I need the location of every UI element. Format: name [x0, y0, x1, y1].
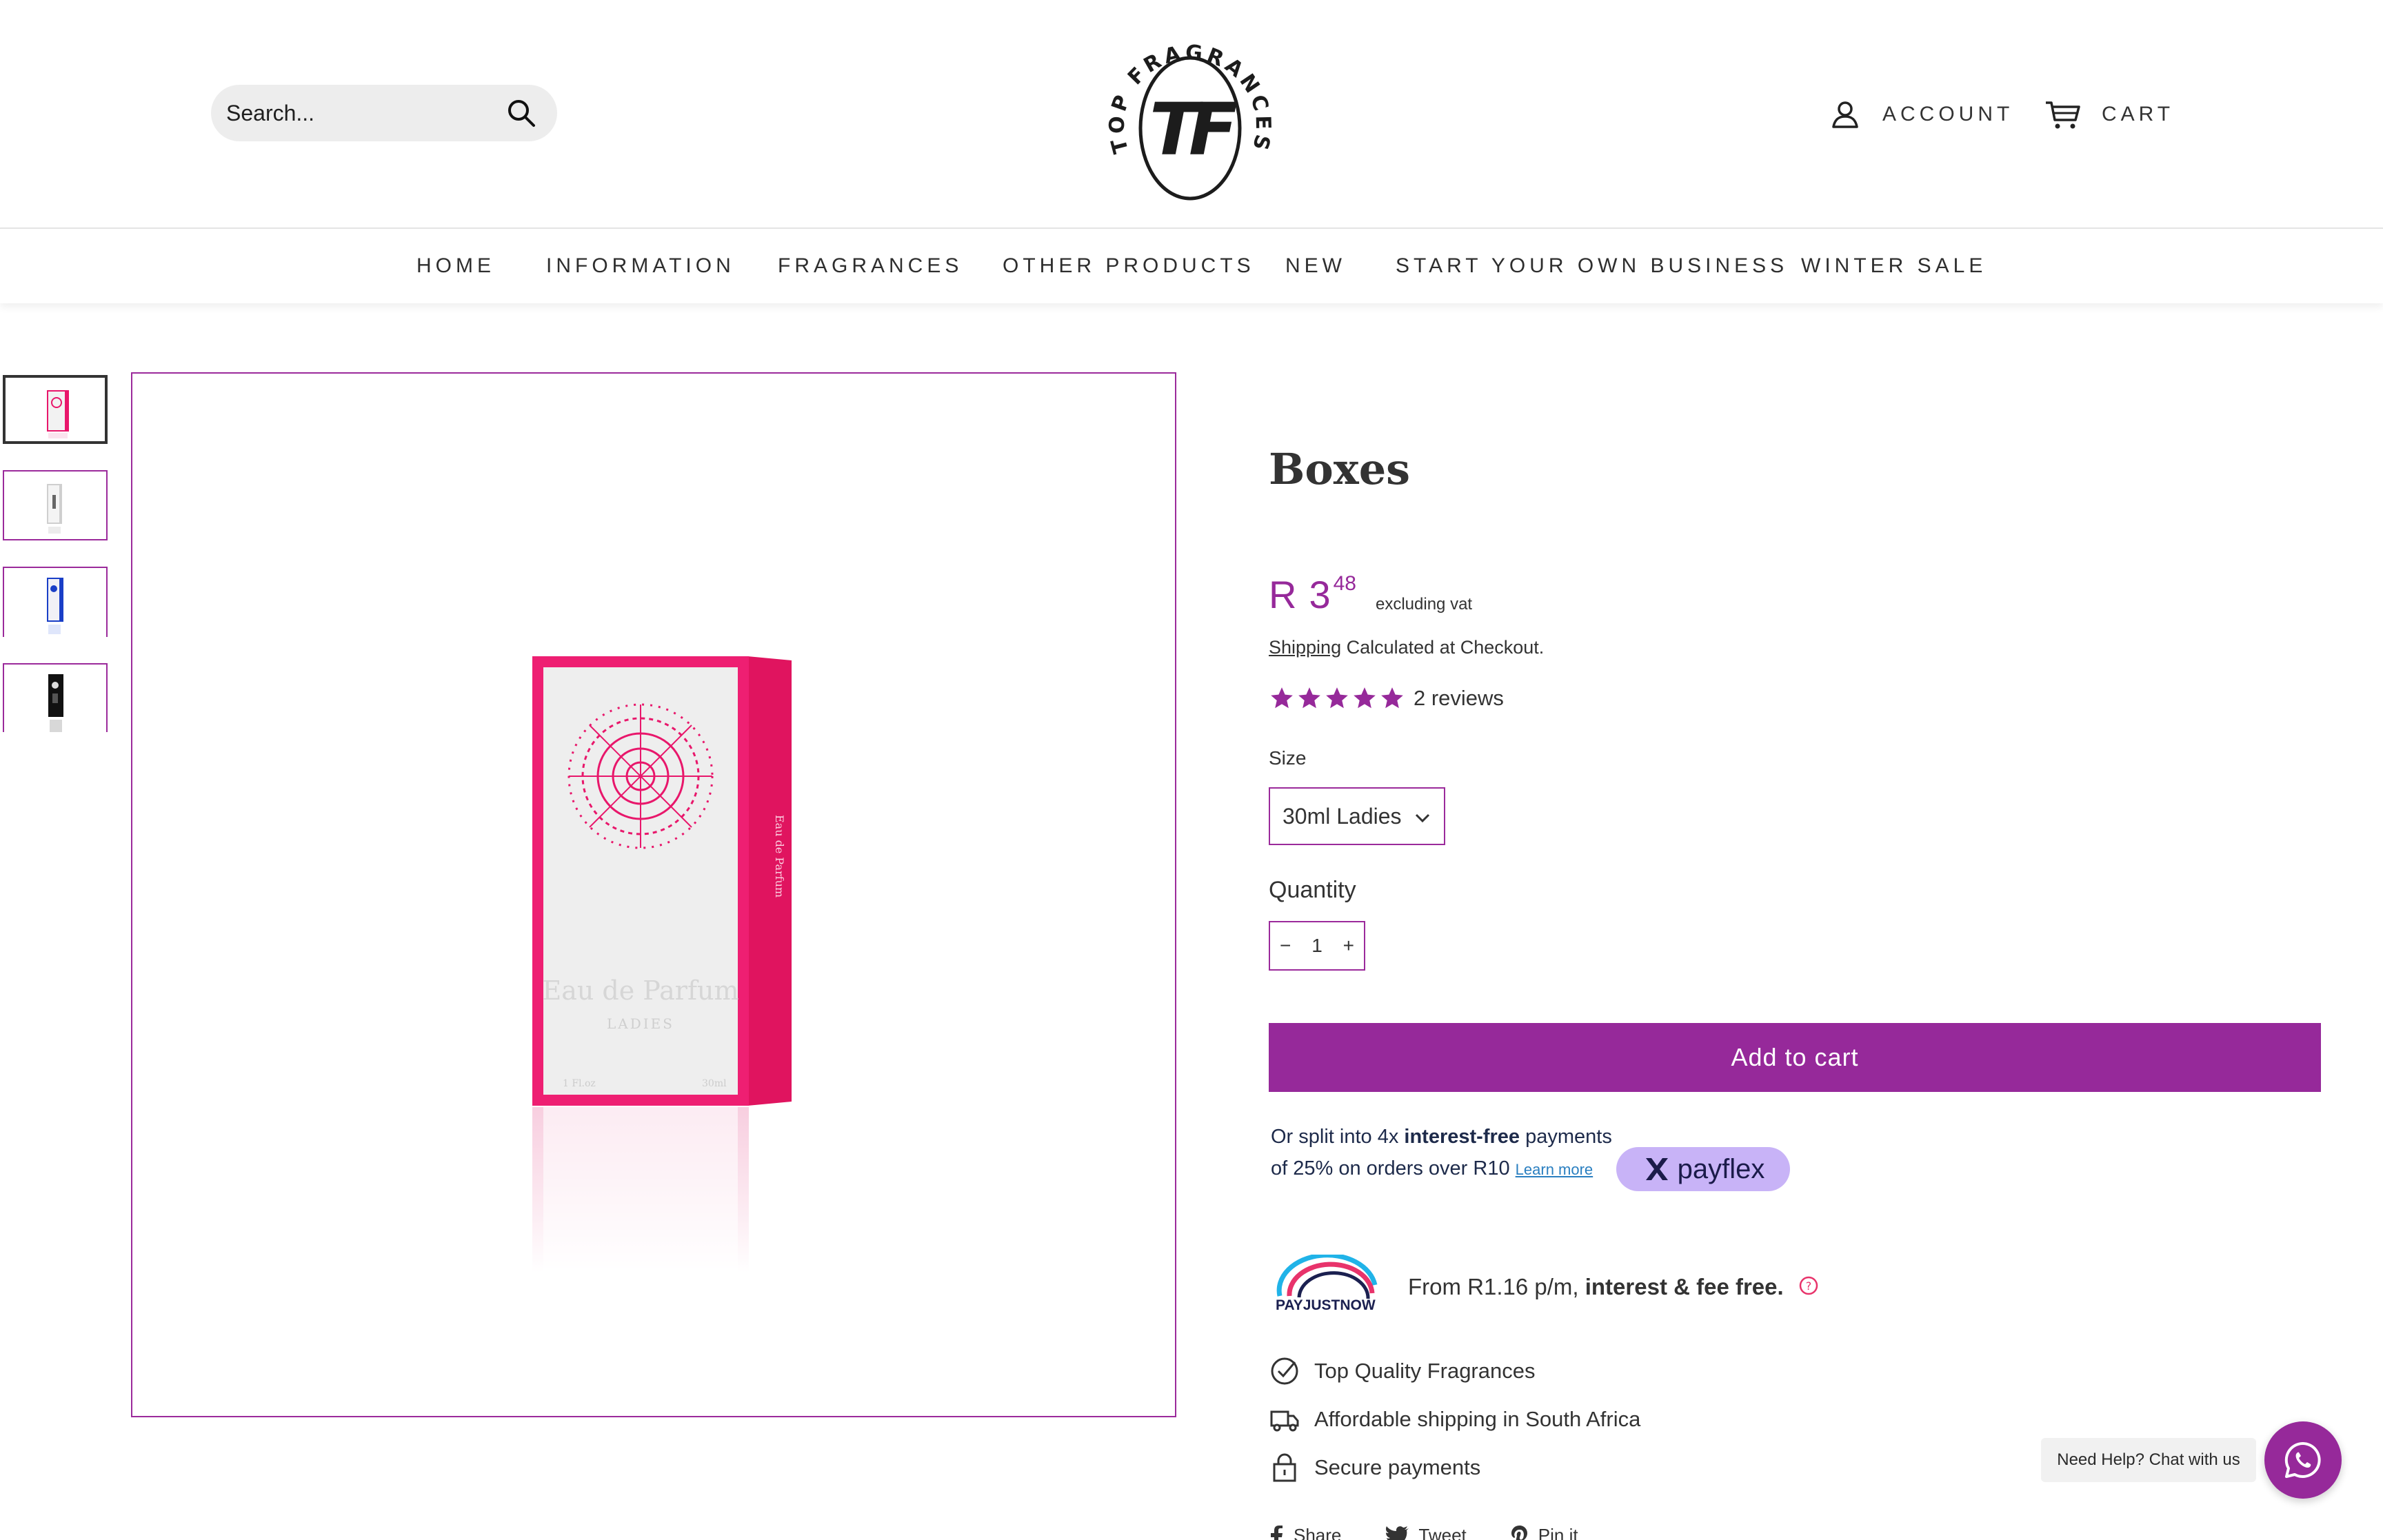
- price-note: excluding vat: [1376, 595, 1473, 614]
- share-links: Share Tweet Pin it: [1269, 1525, 1578, 1540]
- box-label: Eau de Parfum: [542, 975, 738, 1006]
- nav-item-winter-sale[interactable]: WINTER SALE: [1801, 229, 1987, 303]
- grey-box-thumbnail-image: [47, 484, 62, 534]
- cart-link[interactable]: CART: [2044, 95, 2174, 134]
- shipping-text: Calculated at Checkout.: [1346, 637, 1545, 658]
- main-product-image[interactable]: Eau de Parfum LADIES 1 Fl.oz 30ml Eau de…: [131, 372, 1176, 1417]
- feature-shipping: Affordable shipping in South Africa: [1269, 1404, 1640, 1435]
- whatsapp-chat-button[interactable]: [2264, 1421, 2342, 1499]
- account-label: ACCOUNT: [1882, 103, 2014, 125]
- share-twitter-link[interactable]: Tweet: [1385, 1525, 1467, 1540]
- product-reviews[interactable]: 2 reviews: [1269, 685, 1504, 711]
- nav-item-fragrances[interactable]: FRAGRANCES: [778, 229, 963, 303]
- payflex-badge[interactable]: payflex: [1616, 1147, 1790, 1191]
- price-cents: 48: [1333, 572, 1356, 595]
- product-price: R 3 48: [1269, 572, 1356, 617]
- size-label: Size: [1269, 747, 1307, 769]
- cart-label: CART: [2102, 103, 2175, 125]
- truck-icon: [1270, 1410, 1299, 1432]
- star-icon: [1354, 687, 1376, 709]
- shipping-info: Shipping Calculated at Checkout.: [1269, 637, 1544, 658]
- thumbnail-grey-box[interactable]: [3, 470, 108, 540]
- feature-label: Secure payments: [1314, 1455, 1481, 1479]
- pink-box-thumbnail-image: [47, 390, 69, 438]
- share-facebook-link[interactable]: Share: [1269, 1525, 1341, 1540]
- payjustnow-message: From R1.16 p/m, interest & fee free.: [1408, 1274, 1784, 1300]
- quantity-label: Quantity: [1269, 877, 1356, 903]
- main-nav: HOME INFORMATION FRAGRANCES OTHER PRODUC…: [0, 227, 2383, 303]
- thumbnail-black-box[interactable]: [3, 663, 108, 732]
- reviews-count[interactable]: 2 reviews: [1414, 686, 1504, 711]
- share-label: Share: [1294, 1525, 1342, 1540]
- search-input[interactable]: Search...: [226, 85, 314, 141]
- nav-item-new[interactable]: NEW: [1285, 229, 1346, 303]
- whatsapp-icon: [2284, 1441, 2321, 1478]
- user-icon: [1832, 101, 1858, 128]
- share-pinterest-link[interactable]: Pin it: [1511, 1525, 1578, 1540]
- account-link[interactable]: ACCOUNT: [1829, 95, 2013, 134]
- star-icon: [1326, 687, 1348, 709]
- feature-quality: Top Quality Fragrances: [1269, 1355, 1535, 1387]
- payjustnow-text-start: From R1.16 p/m,: [1408, 1274, 1585, 1299]
- pinterest-icon: [1511, 1525, 1527, 1540]
- pin-label: Pin it: [1538, 1525, 1578, 1540]
- feature-label: Top Quality Fragrances: [1314, 1359, 1536, 1383]
- box-sublabel: LADIES: [607, 1015, 674, 1032]
- facebook-icon: [1271, 1525, 1283, 1540]
- box-volume-left: 1 Fl.oz: [563, 1078, 596, 1089]
- shipping-link[interactable]: Shipping: [1269, 637, 1341, 658]
- rating-stars: [1269, 685, 1405, 711]
- star-icon: [1381, 687, 1403, 709]
- svg-text:?: ?: [1806, 1279, 1812, 1293]
- payflex-message: Or split into 4x interest-free payments …: [1271, 1121, 1616, 1186]
- thumbnail-pink-box[interactable]: [3, 375, 108, 444]
- payflex-logo-icon: [1645, 1158, 1668, 1180]
- check-circle-icon: [1271, 1357, 1298, 1385]
- site-header: Search... TOP FRAGRANCES TF ACCOUNT CART: [0, 0, 2383, 227]
- nav-item-start-your-own-business[interactable]: START YOUR OWN BUSINESS: [1396, 229, 1788, 303]
- lock-icon: [1273, 1453, 1296, 1482]
- search-bar[interactable]: Search...: [211, 85, 557, 141]
- size-select[interactable]: 30ml Ladies: [1269, 787, 1445, 845]
- payflex-text-bold: interest-free: [1404, 1126, 1520, 1148]
- search-icon[interactable]: [505, 97, 538, 130]
- star-icon: [1271, 687, 1293, 709]
- payflex-text-start: Or split into 4x: [1271, 1126, 1405, 1148]
- payflex-learn-more-link[interactable]: Learn more: [1516, 1161, 1593, 1178]
- tweet-label: Tweet: [1418, 1525, 1467, 1540]
- feature-secure: Secure payments: [1269, 1452, 1480, 1483]
- payjustnow-wordmark: PAYJUSTNOW: [1276, 1297, 1376, 1313]
- quantity-input[interactable]: 1: [1311, 935, 1323, 957]
- quantity-increase-button[interactable]: +: [1343, 935, 1354, 957]
- box-volume-right: 30ml: [702, 1078, 727, 1089]
- star-icon: [1298, 687, 1320, 709]
- product-title: Boxes: [1269, 444, 1411, 494]
- feature-label: Affordable shipping in South Africa: [1314, 1407, 1641, 1431]
- chat-help-bubble[interactable]: Need Help? Chat with us: [2041, 1438, 2256, 1482]
- price-currency: R: [1269, 573, 1297, 616]
- perfume-box-image: Eau de Parfum LADIES 1 Fl.oz 30ml Eau de…: [532, 656, 792, 1273]
- add-to-cart-button[interactable]: Add to cart: [1269, 1023, 2321, 1092]
- size-selected-value: 30ml Ladies: [1283, 803, 1402, 829]
- nav-item-home[interactable]: HOME: [416, 229, 495, 303]
- payflex-wordmark: payflex: [1677, 1153, 1765, 1184]
- cart-icon: [2046, 101, 2080, 129]
- site-logo[interactable]: TOP FRAGRANCES TF: [1100, 18, 1280, 204]
- price-whole: 3: [1309, 573, 1331, 616]
- nav-item-information[interactable]: INFORMATION: [546, 229, 735, 303]
- logo-monogram: TF: [1149, 88, 1237, 172]
- twitter-icon: [1386, 1526, 1409, 1540]
- quantity-stepper: − 1 +: [1269, 921, 1365, 971]
- payjustnow-text-bold: interest & fee free.: [1585, 1274, 1784, 1299]
- box-side-label: Eau de Parfum: [773, 815, 786, 898]
- help-question-icon[interactable]: ?: [1798, 1275, 1819, 1296]
- quantity-decrease-button[interactable]: −: [1280, 935, 1291, 957]
- nav-item-other-products[interactable]: OTHER PRODUCTS: [1003, 229, 1255, 303]
- thumbnail-blue-box[interactable]: [3, 567, 108, 637]
- blue-box-thumbnail-image: [47, 578, 63, 634]
- chevron-down-icon: [1415, 813, 1430, 823]
- black-box-thumbnail-image: [48, 674, 63, 732]
